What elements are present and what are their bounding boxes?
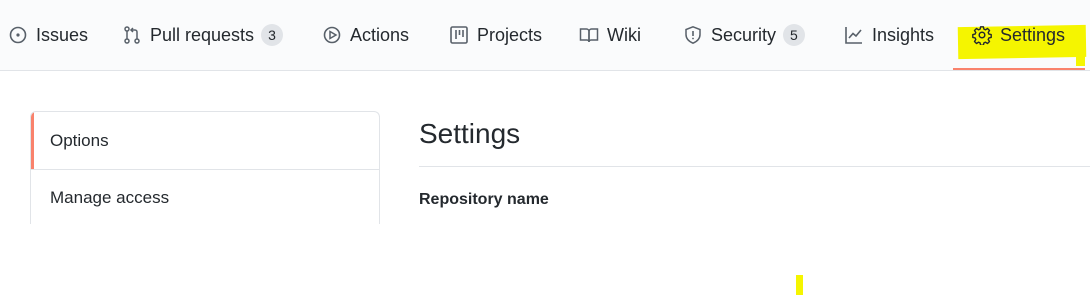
git-pull-request-icon	[122, 25, 142, 45]
sidebar-item-label: Manage access	[50, 188, 170, 207]
tab-label: Pull requests	[150, 24, 255, 45]
tab-settings[interactable]: Settings	[972, 0, 1065, 70]
book-icon	[579, 25, 599, 45]
issue-opened-icon	[8, 25, 28, 45]
highlighter-stroke	[1076, 50, 1085, 66]
sidebar-item-manage-access[interactable]: Manage access	[31, 169, 379, 224]
tab-label: Issues	[36, 24, 89, 45]
tab-issues[interactable]: Issues	[8, 0, 88, 70]
highlighter-stroke	[796, 275, 803, 295]
security-counter: 5	[783, 24, 805, 46]
tab-label: Projects	[477, 24, 543, 45]
title-divider	[419, 166, 1090, 167]
play-icon	[322, 25, 342, 45]
settings-sidebar: Options Manage access	[30, 111, 380, 224]
tab-insights[interactable]: Insights	[844, 0, 934, 70]
tab-actions[interactable]: Actions	[322, 0, 409, 70]
tab-projects[interactable]: Projects	[449, 0, 542, 70]
repo-nav-bar: Issues Pull requests 3 Actions Projects …	[0, 0, 1090, 71]
gear-icon	[972, 25, 992, 45]
shield-icon	[683, 25, 703, 45]
graph-icon	[844, 25, 864, 45]
tab-security[interactable]: Security 5	[683, 0, 805, 70]
tab-label: Wiki	[607, 24, 641, 45]
tab-label: Security	[711, 24, 777, 45]
sidebar-item-label: Options	[50, 130, 109, 150]
tab-label: Insights	[872, 24, 935, 45]
repository-name-label: Repository name	[419, 191, 549, 208]
page-title: Settings	[419, 118, 521, 149]
tab-wiki[interactable]: Wiki	[579, 0, 641, 70]
sidebar-item-options[interactable]: Options	[31, 112, 379, 169]
tab-label: Actions	[350, 24, 410, 45]
selected-tab-underline	[953, 68, 1085, 70]
tab-pull-requests[interactable]: Pull requests 3	[122, 0, 283, 70]
project-icon	[449, 25, 469, 45]
pull-requests-counter: 3	[261, 24, 283, 46]
tab-label: Settings	[1000, 24, 1066, 45]
